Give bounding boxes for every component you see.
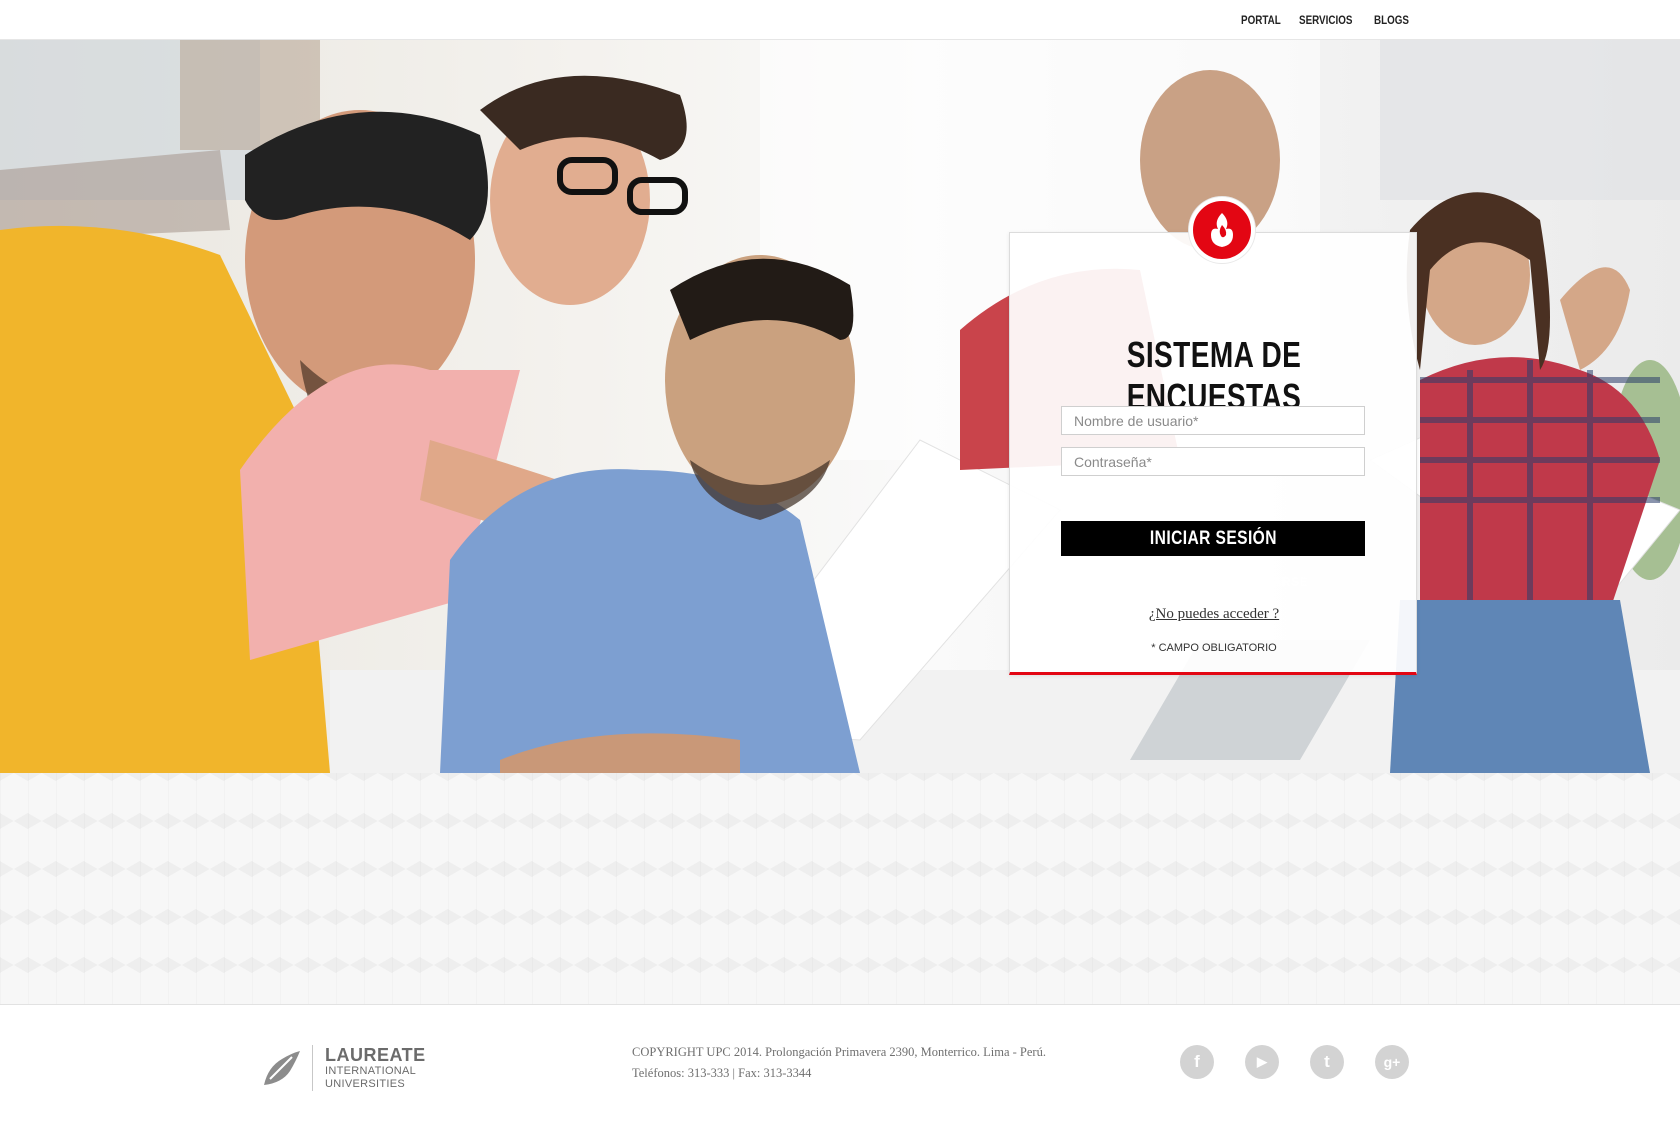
login-button-label: INICIAR SESIÓN xyxy=(1149,527,1277,549)
laureate-line-3: UNIVERSITIES xyxy=(325,1078,406,1090)
login-button[interactable]: INICIAR SESIÓN xyxy=(1061,521,1365,556)
register-link[interactable]: REGISTRARSE REGISTRARSE xyxy=(1010,575,1418,589)
top-bar: PORTAL SERVICIOS BLOGS xyxy=(0,0,1680,40)
upc-logo xyxy=(1189,197,1255,263)
nav-link-blogs[interactable]: BLOGS xyxy=(1374,13,1409,27)
laureate-leaf-icon xyxy=(264,1051,300,1085)
pattern-band xyxy=(0,773,1680,1005)
username-input[interactable] xyxy=(1061,406,1365,435)
laureate-wordmark: LAUREATE INTERNATIONAL UNIVERSITIES xyxy=(325,1046,426,1090)
youtube-icon[interactable]: ▶ xyxy=(1245,1045,1279,1079)
social-links: f ▶ t g+ xyxy=(1180,1045,1409,1079)
copyright-line-1: COPYRIGHT UPC 2014. Prolongación Primave… xyxy=(632,1045,1046,1059)
nav-link-servicios[interactable]: SERVICIOS xyxy=(1299,13,1352,27)
laureate-line-2: INTERNATIONAL xyxy=(325,1065,417,1077)
footer: LAUREATE INTERNATIONAL UNIVERSITIES COPY… xyxy=(0,1005,1680,1138)
copyright-line-2: Teléfonos: 313-333 | Fax: 313-3344 xyxy=(632,1066,812,1080)
cant-access-link[interactable]: ¿No puedes acceder ? xyxy=(1010,606,1418,623)
password-input[interactable] xyxy=(1061,447,1365,476)
laureate-line-1: LAUREATE xyxy=(325,1045,426,1065)
login-card: SISTEMA DE ENCUESTAS INICIAR SESIÓN REGI… xyxy=(1009,232,1417,675)
logo-divider xyxy=(312,1045,313,1091)
required-field-note: * CAMPO OBLIGATORIO xyxy=(1151,642,1277,654)
google-plus-icon[interactable]: g+ xyxy=(1375,1045,1409,1079)
twitter-icon[interactable]: t xyxy=(1310,1045,1344,1079)
nav-link-portal[interactable]: PORTAL xyxy=(1241,13,1281,27)
top-nav: PORTAL SERVICIOS BLOGS xyxy=(1241,13,1417,27)
hero-photo: SISTEMA DE ENCUESTAS INICIAR SESIÓN REGI… xyxy=(0,40,1680,773)
facebook-icon[interactable]: f xyxy=(1180,1045,1214,1079)
hero-illustration xyxy=(0,40,1680,773)
laureate-logo[interactable]: LAUREATE INTERNATIONAL UNIVERSITIES xyxy=(262,1045,426,1091)
copyright-text: COPYRIGHT UPC 2014. Prolongación Primave… xyxy=(632,1042,1046,1084)
flame-icon xyxy=(1211,213,1233,247)
